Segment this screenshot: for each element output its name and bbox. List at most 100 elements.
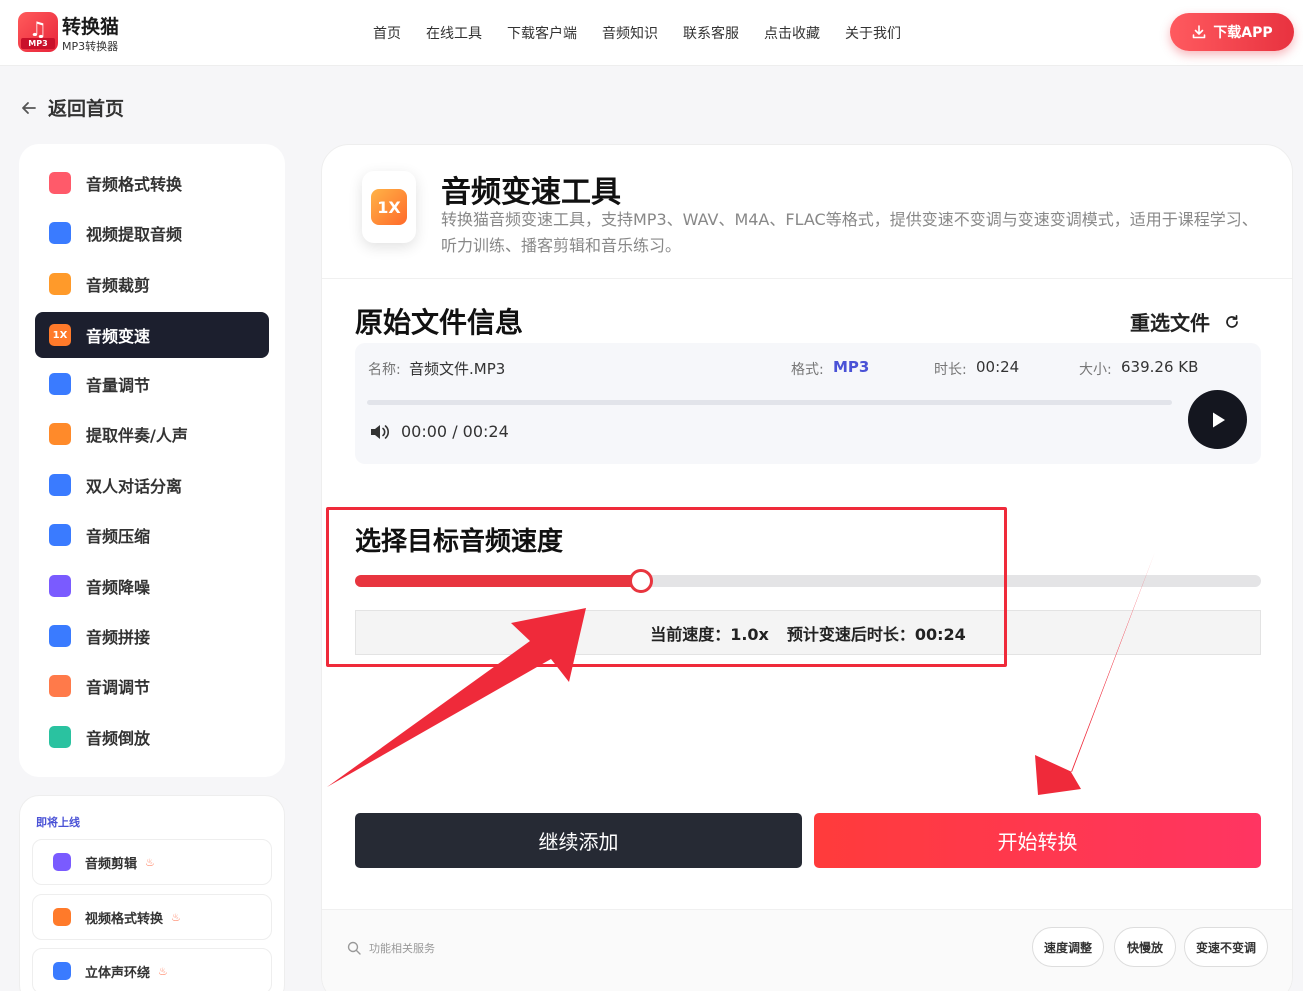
sidebar-item-pitch[interactable]: 音调调节 [35, 663, 269, 709]
sidebar-item-noise-reduce[interactable]: 音频降噪 [35, 563, 269, 609]
chip-speed-adjust[interactable]: 速度调整 [1032, 927, 1104, 967]
music-note-icon: ♫ [29, 17, 47, 41]
coming-soon-title: 即将上线 [36, 816, 80, 829]
related-services-bar: 功能相关服务 速度调整 快慢放 变速不变调 [322, 910, 1292, 991]
sidebar-item-volume[interactable]: 音量调节 [35, 361, 269, 407]
noise-reduce-icon [49, 575, 71, 597]
start-convert-button[interactable]: 开始转换 [814, 813, 1261, 868]
stereo-icon [53, 962, 71, 980]
sidebar-item-label: 音频倒放 [86, 729, 151, 748]
search-icon [347, 941, 361, 955]
brand-subtitle: MP3转换器 [62, 40, 119, 53]
playback-time: 00:00 / 00:24 [401, 422, 509, 441]
logo-badge: MP3 [21, 38, 55, 49]
nav-online-tools[interactable]: 在线工具 [426, 23, 482, 43]
sidebar-item-vocal-extract[interactable]: 提取伴奏/人声 [35, 411, 269, 457]
audio-format-icon [49, 172, 71, 194]
dialog-split-icon [49, 474, 71, 496]
chip-fast-slow[interactable]: 快慢放 [1114, 927, 1176, 967]
video-format-icon [53, 908, 71, 926]
nav-audio-knowledge[interactable]: 音频知识 [602, 23, 658, 43]
coming-soon-label: 音频剪辑 [85, 856, 138, 872]
sidebar-item-label: 音调调节 [86, 678, 151, 697]
file-format-label: 格式: [791, 362, 824, 378]
tool-icon-card: 1X [362, 171, 416, 243]
refresh-icon [1226, 314, 1238, 328]
sidebar-item-video-extract[interactable]: 视频提取音频 [35, 210, 269, 256]
file-format-value: MP3 [833, 358, 870, 376]
top-header: ♫ MP3 转换猫 MP3转换器 首页 在线工具 下载客户端 音频知识 联系客服… [0, 0, 1303, 66]
annotation-highlight-box [326, 507, 1007, 667]
reselect-file-button[interactable]: 重选文件 [1130, 307, 1240, 336]
reselect-file-label: 重选文件 [1130, 311, 1210, 335]
file-info-title: 原始文件信息 [355, 306, 524, 339]
hot-icon: ♨ [171, 910, 181, 924]
file-size-label: 大小: [1079, 362, 1112, 378]
scissors-icon [53, 853, 71, 871]
audio-cut-icon [49, 273, 71, 295]
hot-icon: ♨ [158, 964, 168, 978]
hot-icon: ♨ [145, 855, 155, 869]
playback-progress-bar[interactable] [367, 400, 1172, 405]
tool-sidebar: 音频格式转换 视频提取音频 音频裁剪 1X 音频变速 音量调节 提取伴奏/人声 双人对话分离音… [19, 144, 285, 777]
nav-contact-support[interactable]: 联系客服 [683, 23, 739, 43]
main-nav: 首页 在线工具 下载客户端 音频知识 联系客服 点击收藏 关于我们 [373, 23, 926, 43]
pitch-icon [49, 675, 71, 697]
sidebar-item-label: 音频格式转换 [86, 175, 183, 194]
sidebar-item-label: 音量调节 [86, 376, 151, 395]
related-services: 功能相关服务 [347, 940, 435, 956]
sidebar-item-label: 音频裁剪 [86, 276, 151, 295]
sidebar-item-audio-merge[interactable]: 音频拼接 [35, 613, 269, 659]
nav-bookmark[interactable]: 点击收藏 [764, 23, 820, 43]
sidebar-item-audio-cut[interactable]: 音频裁剪 [35, 261, 269, 307]
arrow-left-icon [22, 101, 36, 114]
back-home-link[interactable]: 返回首页 [20, 94, 124, 121]
brand-name[interactable]: 转换猫 [62, 12, 119, 39]
volume-icon [49, 373, 71, 395]
coming-soon-label: 立体声环绕 [85, 965, 151, 981]
sidebar-item-label: 音频变速 [86, 327, 151, 346]
audio-speed-icon: 1X [49, 324, 71, 346]
related-services-label: 功能相关服务 [369, 942, 435, 955]
back-home-label: 返回首页 [48, 98, 125, 120]
audio-reverse-icon [49, 726, 71, 748]
sidebar-item-audio-format[interactable]: 音频格式转换 [35, 160, 269, 206]
coming-soon-label: 视频格式转换 [85, 911, 164, 927]
sidebar-item-audio-reverse[interactable]: 音频倒放 [35, 714, 269, 760]
coming-soon-item-stereo[interactable]: 立体声环绕 ♨ [32, 948, 272, 991]
sidebar-item-label: 视频提取音频 [86, 225, 183, 244]
coming-soon-item-scissors[interactable]: 音频剪辑 ♨ [32, 839, 272, 885]
play-icon [1212, 412, 1225, 427]
file-name-label: 名称: [368, 362, 401, 378]
coming-soon-panel: 即将上线 音频剪辑 ♨ 视频格式转换 ♨ 立体声环绕 ♨ [19, 795, 285, 991]
coming-soon-item-video-format[interactable]: 视频格式转换 ♨ [32, 894, 272, 940]
file-duration-value: 00:24 [976, 358, 1020, 376]
chip-speed-no-pitch[interactable]: 变速不变调 [1184, 927, 1268, 967]
download-app-button[interactable]: 下载APP [1170, 13, 1294, 51]
sidebar-item-label: 音频压缩 [86, 527, 151, 546]
continue-add-button[interactable]: 继续添加 [355, 813, 802, 868]
video-extract-icon [49, 222, 71, 244]
file-size-value: 639.26 KB [1121, 358, 1199, 376]
vocal-extract-icon [49, 423, 71, 445]
sidebar-item-dialog-split[interactable]: 双人对话分离 [35, 462, 269, 508]
file-duration-label: 时长: [934, 362, 967, 378]
download-icon [1193, 25, 1206, 39]
volume-icon[interactable] [369, 422, 391, 442]
audio-compress-icon [49, 524, 71, 546]
file-info-box: 名称: 音频文件.MP3 格式: MP3 时长: 00:24 大小: 639.2… [355, 343, 1261, 464]
nav-download-client[interactable]: 下载客户端 [507, 23, 577, 43]
speed-1x-icon: 1X [371, 189, 407, 225]
app-logo[interactable]: ♫ MP3 [18, 12, 58, 52]
nav-about-us[interactable]: 关于我们 [845, 23, 901, 43]
sidebar-item-label: 音频拼接 [86, 628, 151, 647]
download-app-label: 下载APP [1213, 25, 1273, 41]
sidebar-item-audio-speed[interactable]: 1X 音频变速 [35, 312, 269, 358]
nav-home[interactable]: 首页 [373, 23, 401, 43]
file-name-value: 音频文件.MP3 [409, 360, 506, 378]
play-button[interactable] [1188, 390, 1247, 449]
sidebar-item-audio-compress[interactable]: 音频压缩 [35, 512, 269, 558]
sidebar-item-label: 双人对话分离 [86, 477, 183, 496]
sidebar-item-label: 提取伴奏/人声 [86, 426, 188, 445]
tool-description: 转换猫音频变速工具，支持MP3、WAV、M4A、FLAC等格式，提供变速不变调与… [441, 210, 1258, 255]
